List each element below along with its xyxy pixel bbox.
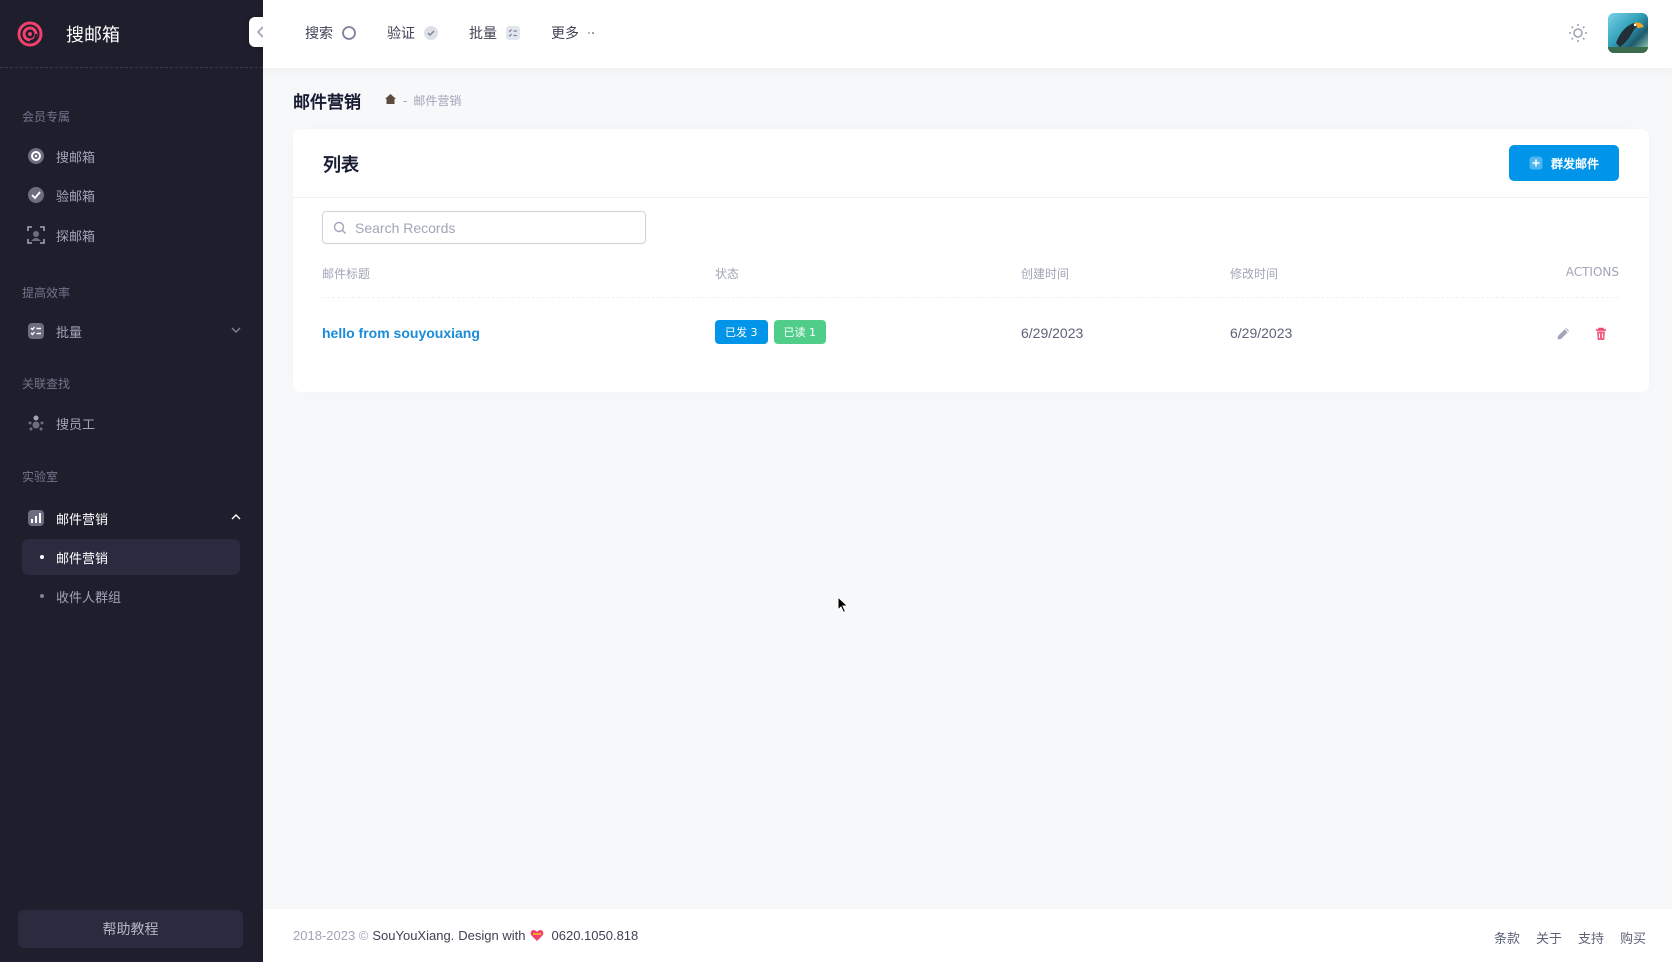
sidebar-item-label: 搜员工 (56, 417, 96, 433)
sidebar-item-explore-mail[interactable]: 探邮箱 (22, 217, 242, 253)
sidebar-item-label: 验邮箱 (56, 189, 96, 205)
bullet-dot (40, 594, 44, 598)
footer-link-terms[interactable]: 条款 (1494, 928, 1520, 947)
sidebar-header: 搜邮箱 (0, 0, 273, 68)
submenu-item-label: 收件人群组 (56, 590, 122, 606)
topnav-verify[interactable]: 验证 (387, 22, 439, 44)
company-name: SouYouXiang. (372, 928, 455, 943)
bullet-dot (40, 555, 44, 559)
topnav-more[interactable]: 更多 (551, 22, 599, 44)
check-circle-icon (26, 185, 46, 205)
top-nav: 搜索 验证 批量 更多 (305, 22, 629, 44)
sent-count-badge: 已发 3 (715, 320, 768, 344)
footer: 2018-2023 © SouYouXiang. Design with 062… (263, 909, 1672, 962)
modified-date: 6/29/2023 (1230, 325, 1293, 341)
sidebar-item-label: 探邮箱 (56, 229, 96, 245)
copyright: 2018-2023 © SouYouXiang. Design with 062… (293, 928, 638, 943)
footer-links: 条款 关于 支持 购买 (1494, 928, 1646, 947)
phone-number: 0620.1050.818 (551, 928, 639, 943)
topnav-batch[interactable]: 批量 (469, 22, 521, 44)
user-avatar[interactable] (1608, 13, 1648, 53)
chevron-down-icon (231, 327, 241, 333)
chevron-up-icon (231, 514, 241, 520)
trash-icon (1596, 327, 1606, 340)
top-bar: 搜索 验证 批量 更多 (263, 0, 1672, 68)
status-badges: 已发 3 已读 1 (715, 320, 832, 344)
circle-icon (341, 25, 357, 41)
breadcrumb-current: 邮件营销 (413, 94, 462, 108)
search-input[interactable] (355, 219, 635, 236)
mouse-cursor-icon (837, 595, 849, 619)
breadcrumb-separator: - (403, 93, 408, 108)
chart-icon (26, 508, 46, 528)
help-tutorial-button[interactable]: 帮助教程 (18, 910, 243, 948)
submenu-item-label: 邮件营销 (56, 551, 109, 567)
card-divider (293, 197, 1649, 198)
column-header-created[interactable]: 创建时间 (1021, 265, 1069, 282)
topnav-label: 批量 (469, 26, 497, 42)
edit-button[interactable] (1552, 323, 1574, 345)
brand-name[interactable]: 搜邮箱 (66, 21, 120, 47)
search-box[interactable] (322, 211, 646, 244)
pencil-icon (1557, 328, 1569, 340)
design-text: Design with (458, 928, 526, 943)
heart-icon (530, 929, 544, 942)
section-title-members: 会员专属 (22, 110, 71, 124)
topnav-label: 验证 (387, 26, 415, 42)
column-header-title[interactable]: 邮件标题 (322, 265, 370, 282)
list-check-icon (26, 321, 46, 341)
sidebar-item-label: 搜邮箱 (56, 150, 96, 166)
read-count-badge: 已读 1 (773, 320, 826, 344)
brand-logo-icon[interactable] (16, 20, 44, 48)
more-dots-icon (587, 30, 599, 36)
footer-link-about[interactable]: 关于 (1536, 928, 1562, 947)
sidebar-item-label: 邮件营销 (56, 512, 109, 528)
sidebar: 搜邮箱 会员专属 搜邮箱 验邮箱 探邮箱 提高效率 批量 关联查找 搜员工 实验… (0, 0, 273, 962)
send-bulk-email-button[interactable]: 群发邮件 (1509, 145, 1619, 181)
copyright-years: 2018-2023 © (293, 928, 369, 943)
list-check-icon (505, 25, 521, 41)
topnav-label: 更多 (551, 26, 579, 42)
table-header-divider (322, 297, 1619, 298)
created-date: 6/29/2023 (1021, 325, 1084, 341)
section-title-related: 关联查找 (22, 377, 71, 391)
sidebar-item-search-employee[interactable]: 搜员工 (22, 405, 242, 441)
column-header-status[interactable]: 状态 (715, 265, 739, 282)
column-header-modified[interactable]: 修改时间 (1230, 265, 1278, 282)
section-title-lab: 实验室 (22, 470, 59, 484)
page-title: 邮件营销 (293, 93, 361, 113)
section-title-efficiency: 提高效率 (22, 286, 71, 300)
sidebar-item-verify-mail[interactable]: 验邮箱 (22, 177, 242, 213)
scan-icon (26, 225, 46, 245)
search-icon (333, 221, 346, 234)
search-mail-icon (26, 146, 46, 166)
delete-button[interactable] (1590, 323, 1612, 345)
topnav-label: 搜索 (305, 26, 333, 42)
breadcrumb: - 邮件营销 (384, 92, 461, 109)
submenu-item-recipient-groups[interactable]: 收件人群组 (22, 578, 240, 614)
send-button-label: 群发邮件 (1550, 156, 1599, 171)
email-title-link[interactable]: hello from souyouxiang (322, 325, 480, 341)
sidebar-item-label: 批量 (56, 325, 83, 341)
footer-link-support[interactable]: 支持 (1578, 928, 1604, 947)
sidebar-item-email-marketing[interactable]: 邮件营销 (22, 500, 242, 536)
plus-square-icon (1529, 156, 1543, 170)
sidebar-item-batch[interactable]: 批量 (22, 313, 242, 349)
list-card: 列表 群发邮件 邮件标题 状态 创建时间 修改时间 ACTIONS hello … (293, 129, 1649, 392)
sidebar-item-search-mail[interactable]: 搜邮箱 (22, 138, 242, 174)
submenu-item-email-marketing[interactable]: 邮件营销 (22, 539, 240, 575)
sun-icon (1569, 24, 1587, 42)
home-icon[interactable] (384, 93, 397, 108)
footer-link-purchase[interactable]: 购买 (1620, 928, 1646, 947)
people-icon (26, 413, 46, 433)
theme-toggle-button[interactable] (1567, 22, 1589, 44)
column-header-actions: ACTIONS (1565, 265, 1619, 279)
card-title: 列表 (323, 155, 359, 176)
topnav-search[interactable]: 搜索 (305, 22, 357, 44)
check-circle-icon (423, 25, 439, 41)
